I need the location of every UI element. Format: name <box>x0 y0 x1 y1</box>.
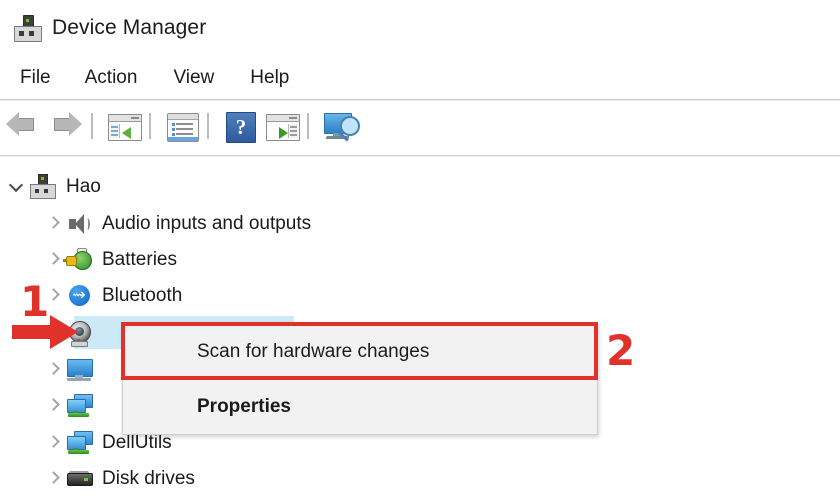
show-hide-console-tree-button[interactable] <box>106 108 142 144</box>
toolbar-separator <box>307 113 309 139</box>
tree-row-label: Audio inputs and outputs <box>102 212 312 234</box>
chevron-right-icon[interactable] <box>44 251 62 269</box>
menu-item-action[interactable]: Action <box>79 65 144 91</box>
forward-button[interactable] <box>48 108 84 144</box>
show-hide-console-tree-icon <box>108 114 142 141</box>
scan-for-hardware-changes-button[interactable] <box>322 108 362 144</box>
tree-row-label: Hao <box>66 175 101 197</box>
properties-icon <box>167 113 199 142</box>
menu-item-file[interactable]: File <box>14 65 57 91</box>
monitor-icon <box>66 357 93 383</box>
context-menu-item-properties[interactable]: Properties <box>123 379 597 434</box>
back-arrow-icon <box>6 108 40 138</box>
tree-row-disk-drives[interactable]: Disk drives <box>0 462 195 495</box>
help-button[interactable]: ? <box>222 108 258 144</box>
tree-row-hao[interactable]: Hao <box>0 170 101 203</box>
toolbar: ? <box>0 101 840 151</box>
toolbar-separator <box>207 113 209 139</box>
scan-for-hardware-changes-icon <box>323 113 361 142</box>
disk-drive-icon <box>66 466 93 492</box>
device-manager-icon <box>14 15 42 42</box>
tree-row-audio-inputs-and-outputs[interactable]: Audio inputs and outputs <box>0 207 311 240</box>
page-title: Device Manager <box>52 16 207 39</box>
forward-arrow-icon <box>48 108 82 138</box>
tree-row-label: Disk drives <box>102 467 195 489</box>
toolbar-divider <box>0 155 840 157</box>
chevron-down-icon[interactable] <box>8 178 26 196</box>
properties-button[interactable] <box>164 108 200 144</box>
menu-bar: File Action View Help <box>0 56 840 99</box>
annotation-step-2: 2 <box>606 326 636 375</box>
toolbar-separator <box>149 113 151 139</box>
tree-row-monitors[interactable] <box>0 353 102 386</box>
chevron-right-icon[interactable] <box>44 215 62 233</box>
toolbar-separator <box>91 113 93 139</box>
context-menu-item-scan-for-hardware-changes[interactable]: Scan for hardware changes <box>123 324 597 379</box>
back-button[interactable] <box>6 108 42 144</box>
tree-row-batteries[interactable]: Batteries <box>0 243 177 276</box>
show-hide-action-pane-icon <box>266 114 300 141</box>
menu-item-view[interactable]: View <box>167 65 220 91</box>
chevron-right-icon[interactable] <box>44 397 62 415</box>
tree-row-label: Bluetooth <box>102 284 183 306</box>
chevron-right-icon[interactable] <box>44 470 62 488</box>
red-arrow-icon <box>12 315 78 349</box>
speaker-icon <box>66 211 92 237</box>
context-menu: Scan for hardware changes Properties <box>122 323 598 435</box>
tree-row-network-1[interactable] <box>0 389 102 422</box>
network-icon <box>66 393 93 419</box>
chevron-right-icon[interactable] <box>44 361 62 379</box>
network-icon <box>66 430 93 456</box>
menu-item-help[interactable]: Help <box>244 65 295 91</box>
tree-row-label: Batteries <box>102 248 177 270</box>
chevron-right-icon[interactable] <box>44 434 62 452</box>
computer-icon <box>30 173 56 200</box>
bluetooth-icon: ⇝ <box>66 283 92 309</box>
battery-icon <box>63 247 92 273</box>
title-bar: Device Manager <box>0 0 840 56</box>
help-icon: ? <box>226 112 256 143</box>
show-hide-action-pane-button[interactable] <box>264 108 300 144</box>
